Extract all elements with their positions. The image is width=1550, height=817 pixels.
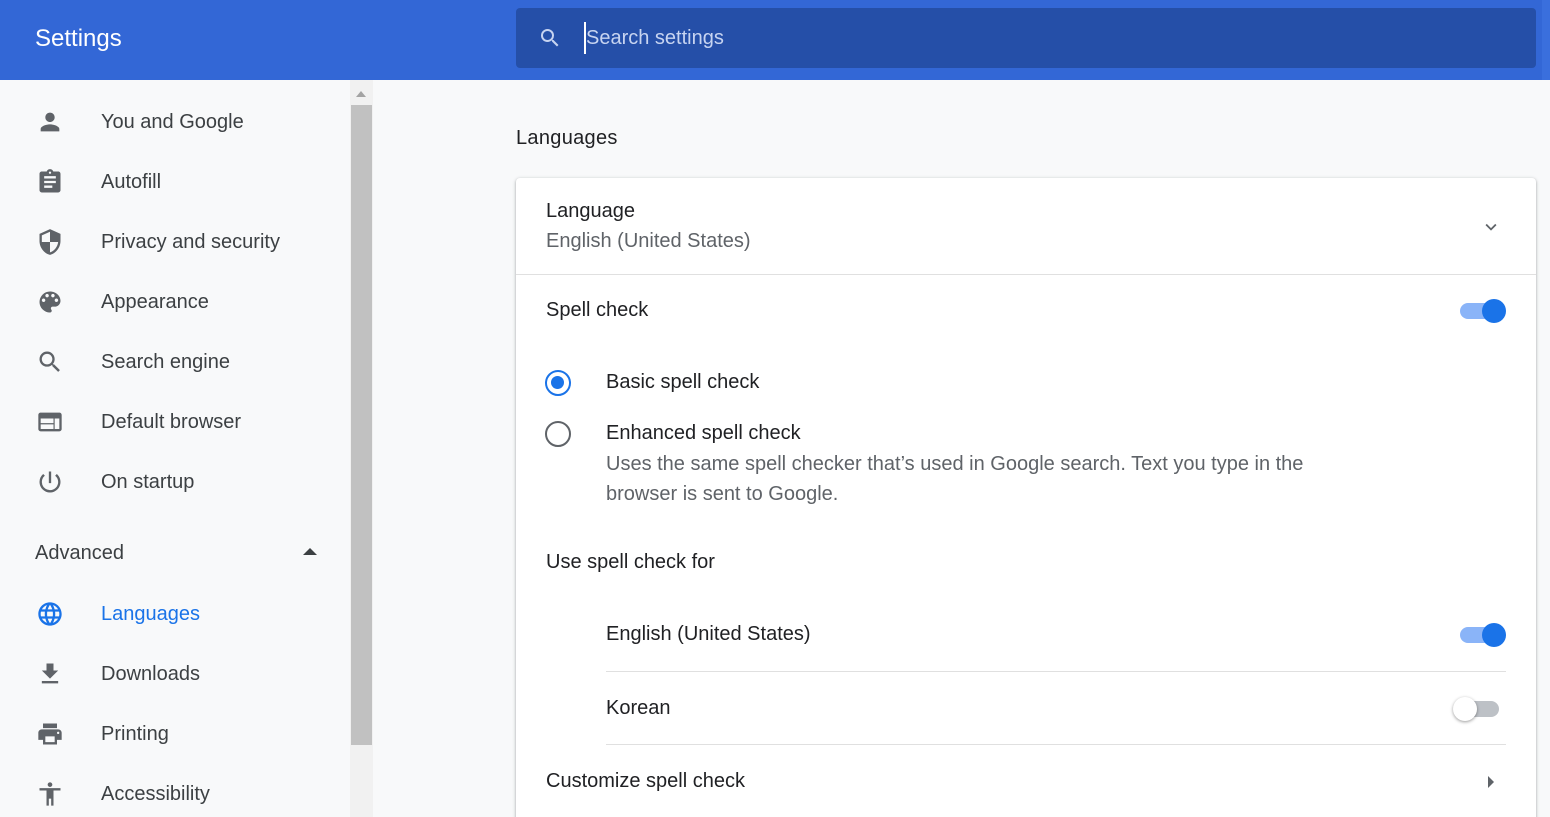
globe-icon — [36, 600, 64, 628]
customize-spell-check-label[interactable]: Customize spell check — [546, 770, 745, 793]
search-input[interactable] — [584, 22, 1484, 54]
person-icon — [36, 108, 64, 136]
section-title: Languages — [516, 127, 618, 149]
toggle-knob — [1482, 299, 1506, 323]
advanced-section-toggle[interactable]: Advanced — [0, 524, 350, 584]
sidebar-scrollbar[interactable] — [350, 80, 373, 817]
use-spell-check-for-label: Use spell check for — [546, 551, 715, 573]
language-row[interactable]: Language English (United States) — [516, 178, 1536, 275]
download-icon — [36, 660, 64, 688]
sidebar-item-privacy-and-security[interactable]: Privacy and security — [0, 212, 350, 272]
toggle-knob — [1453, 697, 1477, 721]
sidebar-item-label: Languages — [101, 602, 200, 625]
sidebar-item-default-browser[interactable]: Default browser — [0, 392, 350, 452]
sidebar-item-label: Appearance — [101, 290, 209, 313]
sidebar-item-appearance[interactable]: Appearance — [0, 272, 350, 332]
toggle-knob — [1482, 623, 1506, 647]
spell-language-korean: Korean — [606, 697, 671, 719]
caret-right-icon[interactable] — [1488, 776, 1494, 788]
page-title: Settings — [35, 25, 122, 52]
sidebar-item-you-and-google[interactable]: You and Google — [0, 92, 350, 152]
chevron-down-icon[interactable] — [1480, 216, 1502, 238]
language-title: Language — [546, 200, 635, 222]
sidebar-item-on-startup[interactable]: On startup — [0, 452, 350, 512]
sidebar-item-downloads[interactable]: Downloads — [0, 644, 350, 704]
enhanced-description-line-2: browser is sent to Google. — [606, 483, 839, 505]
sidebar-item-printing[interactable]: Printing — [0, 704, 350, 764]
basic-spell-check-label[interactable]: Basic spell check — [606, 371, 759, 394]
sidebar-item-label: Privacy and security — [101, 230, 280, 253]
header-scroll-edge — [1542, 0, 1550, 80]
accessibility-icon — [36, 780, 64, 808]
power-icon — [36, 468, 64, 496]
shield-icon — [36, 228, 64, 256]
scroll-up-arrow-icon[interactable] — [356, 91, 366, 97]
korean-spell-check-toggle[interactable] — [1453, 695, 1501, 723]
search-icon — [541, 29, 559, 47]
top-bar: Settings — [0, 0, 1550, 80]
spell-language-english: English (United States) — [606, 623, 811, 645]
language-value: English (United States) — [546, 230, 751, 252]
sidebar-item-label: On startup — [101, 470, 195, 493]
basic-spell-check-radio[interactable] — [545, 370, 571, 396]
advanced-label: Advanced — [35, 542, 124, 564]
english-spell-check-toggle[interactable] — [1458, 621, 1506, 649]
divider — [606, 671, 1506, 672]
sidebar-item-label: Printing — [101, 722, 169, 745]
enhanced-spell-check-radio[interactable] — [545, 421, 571, 447]
browser-window-icon — [36, 408, 64, 436]
sidebar-item-label: Default browser — [101, 410, 242, 433]
search-box[interactable] — [516, 8, 1536, 68]
divider — [606, 744, 1506, 745]
sidebar: You and Google Autofill Privacy and secu… — [0, 80, 350, 817]
spell-check-label: Spell check — [546, 299, 649, 321]
palette-icon — [36, 288, 64, 316]
printer-icon — [36, 720, 64, 748]
sidebar-item-languages[interactable]: Languages — [0, 584, 350, 644]
sidebar-item-search-engine[interactable]: Search engine — [0, 332, 350, 392]
spell-check-toggle[interactable] — [1458, 297, 1506, 325]
sidebar-item-label: Downloads — [101, 662, 200, 685]
collapse-arrow-icon — [303, 548, 317, 555]
clipboard-icon — [36, 168, 64, 196]
sidebar-item-label: You and Google — [101, 110, 244, 133]
languages-card: Language English (United States) Spell c… — [516, 178, 1536, 817]
sidebar-item-label: Autofill — [101, 170, 162, 193]
scroll-thumb[interactable] — [351, 105, 372, 745]
search-icon — [36, 348, 64, 376]
enhanced-description-line-1: Uses the same spell checker that’s used … — [606, 453, 1304, 475]
enhanced-spell-check-label[interactable]: Enhanced spell check — [606, 422, 801, 445]
sidebar-item-label: Accessibility — [101, 782, 210, 805]
sidebar-item-autofill[interactable]: Autofill — [0, 152, 350, 212]
sidebar-item-accessibility[interactable]: Accessibility — [0, 764, 350, 817]
sidebar-item-label: Search engine — [101, 350, 230, 373]
